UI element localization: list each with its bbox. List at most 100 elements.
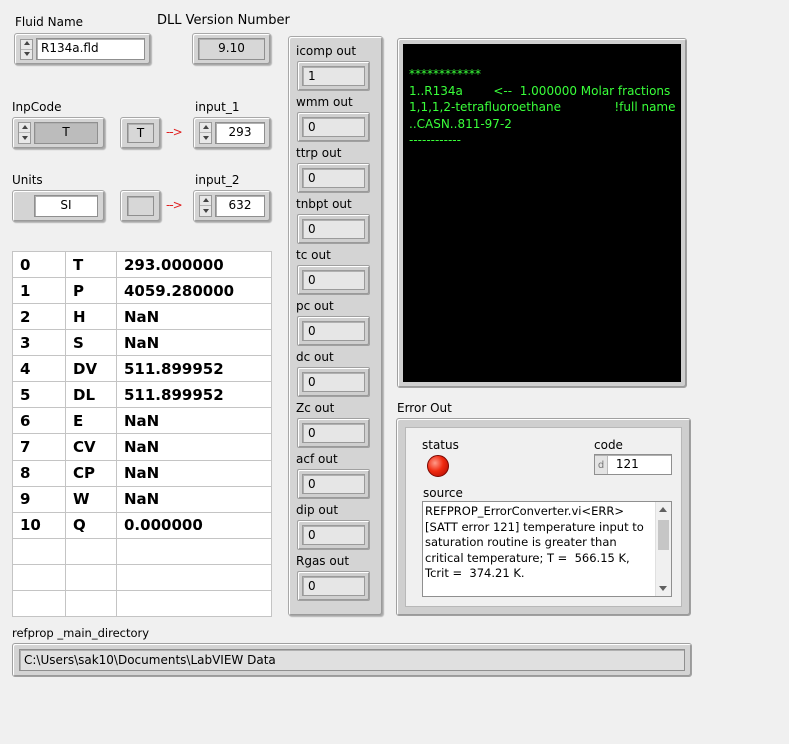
value-cell[interactable] [116,563,272,591]
output-label: Rgas out [296,554,350,568]
output-label: tc out [296,248,331,262]
row-index-cell[interactable]: 5 [12,381,66,409]
inpcode-ring[interactable]: T [34,122,98,144]
outputs-cluster: icomp out 1 wmm out 0 ttrp out 0 tnbpt out 0 tc … [288,36,383,616]
property-cell[interactable]: DV [65,355,117,383]
output-indicator: 0 [297,163,370,193]
source-scrollbar[interactable] [655,502,671,596]
status-label: status [422,438,459,452]
units-indicator [120,190,161,222]
property-cell[interactable] [65,563,117,591]
output-indicator: 0 [297,367,370,397]
scroll-up-arrow-icon[interactable] [659,507,667,512]
value-cell[interactable]: NaN [116,407,272,435]
output-label: acf out [296,452,338,466]
output-indicator: 0 [297,469,370,499]
input-2-label: input_2 [195,173,240,187]
row-index-cell[interactable]: 4 [12,355,66,383]
output-indicator: 0 [297,112,370,142]
property-cell[interactable] [65,537,117,565]
units-label: Units [12,173,43,187]
table-row [12,589,272,618]
output-label: ttrp out [296,146,342,160]
row-index-cell[interactable]: 3 [12,329,66,357]
row-index-cell[interactable]: 0 [12,250,66,279]
value-cell[interactable]: 4059.280000 [116,277,272,305]
output-value: 0 [302,576,365,596]
increment-arrow-icon[interactable] [200,123,211,133]
fluid-name-spinner[interactable] [20,39,33,60]
property-cell[interactable]: CV [65,433,117,461]
property-cell[interactable]: T [65,250,117,279]
value-cell[interactable]: NaN [116,459,272,487]
property-cell[interactable]: P [65,277,117,305]
property-cell[interactable] [65,589,117,618]
property-cell[interactable]: H [65,303,117,331]
property-cell[interactable]: S [65,329,117,357]
input-1-label: input_1 [195,100,240,114]
row-index-cell[interactable]: 10 [12,511,66,539]
row-index-cell[interactable] [12,563,66,591]
output-label: pc out [296,299,334,313]
row-index-cell[interactable]: 8 [12,459,66,487]
property-cell[interactable]: W [65,485,117,513]
output-label: wmm out [296,95,353,109]
value-cell[interactable]: 511.899952 [116,381,272,409]
decrement-arrow-icon[interactable] [200,133,211,143]
increment-arrow-icon[interactable] [21,40,32,50]
property-cell[interactable]: CP [65,459,117,487]
results-table[interactable]: 0 T 293.000000 1 P 4059.280000 2 H NaN 3 S NaN 4 DV 51… [12,250,272,618]
row-index-cell[interactable]: 1 [12,277,66,305]
dll-version-value: 9.10 [198,38,265,60]
scroll-down-arrow-icon[interactable] [659,586,667,591]
value-cell[interactable]: NaN [116,303,272,331]
input-1-spinner[interactable] [199,122,212,144]
value-cell[interactable]: NaN [116,433,272,461]
row-index-cell[interactable] [12,537,66,565]
refprop-dir-indicator: C:\Users\sak10\Documents\LabVIEW Data [12,643,692,677]
value-cell[interactable] [116,589,272,618]
decrement-arrow-icon[interactable] [21,50,32,60]
dll-version-label: DLL Version Number [157,13,290,28]
inpcode-spinner[interactable] [18,122,31,144]
units-control: SI [12,190,105,222]
value-cell[interactable]: 0.000000 [116,511,272,539]
decrement-arrow-icon[interactable] [200,206,211,216]
value-cell[interactable]: 293.000000 [116,250,272,279]
property-cell[interactable]: Q [65,511,117,539]
property-cell[interactable]: E [65,407,117,435]
output-value: 0 [302,117,365,137]
output-label: dip out [296,503,339,517]
row-index-cell[interactable]: 9 [12,485,66,513]
output-value: 0 [302,270,365,290]
property-cell[interactable]: DL [65,381,117,409]
source-label: source [423,486,463,500]
input-1-field[interactable]: 293 [215,122,265,144]
value-cell[interactable] [116,537,272,565]
row-index-cell[interactable]: 6 [12,407,66,435]
code-format-prefix: d [595,456,608,474]
increment-arrow-icon[interactable] [19,123,30,133]
table-row: 1 P 4059.280000 [12,277,272,305]
output-label: icomp out [296,44,357,58]
row-index-cell[interactable] [12,589,66,618]
row-index-cell[interactable]: 7 [12,433,66,461]
console-line: ..CASN..811-97-2 [409,116,512,131]
fluid-name-input[interactable]: R134a.fld [36,38,145,60]
input-2-spinner[interactable] [199,195,212,217]
input-1-control: 293 [193,117,271,149]
decrement-arrow-icon[interactable] [19,133,30,143]
table-row: 6 E NaN [12,407,272,435]
scroll-thumb[interactable] [658,520,669,550]
row-index-cell[interactable]: 2 [12,303,66,331]
input-2-field[interactable]: 632 [215,195,265,217]
value-cell[interactable]: NaN [116,329,272,357]
units-ring[interactable]: SI [34,195,98,217]
input-2-control: 632 [193,190,271,222]
value-cell[interactable]: 511.899952 [116,355,272,383]
increment-arrow-icon[interactable] [200,196,211,206]
output-value: 0 [302,168,365,188]
source-field[interactable]: REFPROP_ErrorConverter.vi<ERR> [SATT err… [422,501,672,597]
source-text: REFPROP_ErrorConverter.vi<ERR> [SATT err… [425,504,644,580]
value-cell[interactable]: NaN [116,485,272,513]
